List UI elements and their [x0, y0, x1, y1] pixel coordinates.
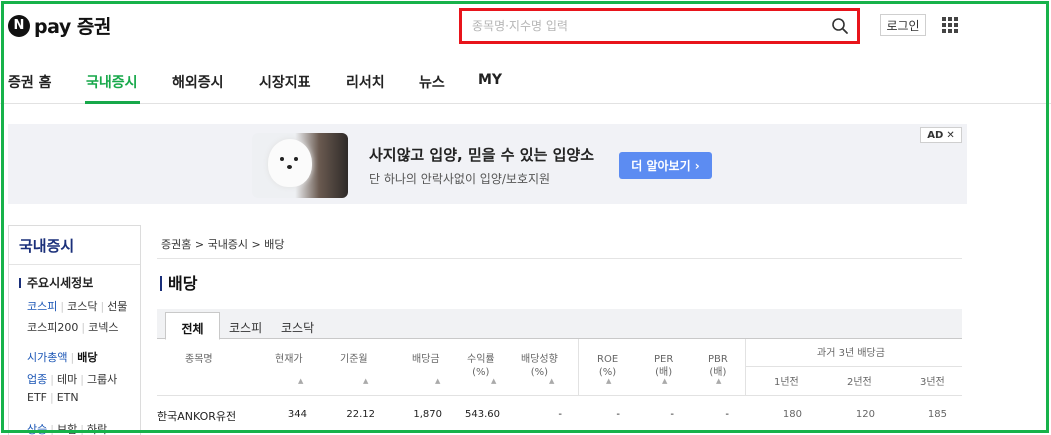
sidebar-item-market-cap[interactable]: 시가총액 [27, 351, 67, 364]
nav-item-stock-home[interactable]: 증권 홈 [8, 72, 52, 92]
sidebar-item-konex[interactable]: 코넥스 [88, 321, 118, 334]
cell-1y-ago: 180 [782, 409, 802, 420]
col-header-roe[interactable]: ROE (%) [597, 353, 618, 379]
content-divider [157, 258, 962, 259]
cell-3y-ago: 185 [927, 409, 947, 420]
sidebar-item-etn[interactable]: ETN [57, 391, 79, 404]
breadcrumb[interactable]: 증권홈 > 국내증시 > 배당 [161, 236, 285, 252]
sort-arrow-icon[interactable]: ▲ [549, 377, 554, 385]
ad-banner[interactable]: 사지않고 입양, 믿을 수 있는 입양소 단 하나의 안락사없이 입양/보호지원… [8, 124, 967, 204]
sort-arrow-icon[interactable]: ▲ [716, 377, 721, 385]
col-header-past-dividends: 과거 3년 배당금 [817, 348, 885, 359]
search-input[interactable] [472, 15, 812, 37]
sidebar-row: 코스피 | 코스닥 | 선물 [27, 300, 128, 313]
sort-arrow-icon[interactable]: ▲ [435, 377, 440, 385]
dividend-table: 종목명 현재가 ▲ 기준월 ▲ 배당금 ▲ 수익률 (%) ▲ 배당성향 (%)… [157, 339, 962, 435]
ad-label: AD [927, 129, 944, 141]
cell-payout: - [558, 409, 562, 420]
sidebar: 국내증시 주요시세정보 코스피 | 코스닥 | 선물 코스피200 | 코넥스 시가총액 | 배… [8, 225, 141, 435]
col-header-pbr[interactable]: PBR (배) [708, 353, 728, 379]
sidebar-item-kospi[interactable]: 코스피 [27, 300, 57, 313]
main-nav: 증권 홈 국내증시 해외증시 시장지표 리서치 뉴스 MY [0, 56, 1051, 104]
sidebar-row: 상승 | 보합 | 하락 [27, 423, 108, 435]
cell-2y-ago: 120 [855, 409, 875, 420]
sidebar-item-rise[interactable]: 상승 [27, 423, 47, 435]
tab-kospi[interactable]: 코스피 [229, 319, 262, 336]
sidebar-row: ETF | ETN [27, 391, 79, 404]
col-header-base-month[interactable]: 기준월 [340, 353, 368, 366]
nav-item-overseas[interactable]: 해외증시 [172, 72, 224, 92]
stock-name-link[interactable]: 한국ANKOR유전 [157, 408, 236, 424]
nav-item-news[interactable]: 뉴스 [419, 72, 445, 92]
header: N pay 증권 로그인 [0, 0, 1051, 52]
sidebar-item-futures[interactable]: 선물 [107, 300, 127, 313]
cell-yield: 543.60 [465, 409, 500, 420]
sidebar-item-etf[interactable]: ETF [27, 391, 47, 404]
npay-logo[interactable]: N pay 증권 [8, 12, 111, 39]
ad-learn-more-button[interactable]: 더 알아보기 › [619, 152, 712, 179]
ad-title[interactable]: 사지않고 입양, 믿을 수 있는 입양소 [369, 144, 594, 165]
col-divider [745, 339, 746, 395]
cell-pbr: - [725, 409, 729, 420]
nav-active-underline [85, 101, 140, 104]
search-box[interactable] [459, 8, 860, 44]
group-divider [745, 366, 962, 367]
col-header-name: 종목명 [185, 354, 213, 365]
sort-arrow-icon[interactable]: ▲ [298, 377, 303, 385]
sidebar-item-kospi200[interactable]: 코스피200 [27, 321, 78, 334]
tab-all[interactable]: 전체 [165, 312, 220, 340]
ad-dog-image[interactable] [252, 133, 348, 198]
market-tabs: 전체 코스피 코스닥 [157, 309, 962, 340]
page-title: 배당 [160, 270, 197, 294]
nav-item-my[interactable]: MY [478, 72, 502, 88]
sidebar-item-group[interactable]: 그룹사 [87, 373, 117, 386]
sidebar-item-sector[interactable]: 업종 [27, 373, 47, 386]
sidebar-row: 업종 | 테마 | 그룹사 [27, 373, 118, 386]
header-row-divider [157, 395, 962, 396]
sidebar-item-fall[interactable]: 하락 [87, 423, 107, 435]
sidebar-row: 코스피200 | 코넥스 [27, 321, 119, 334]
col-header-per[interactable]: PER (배) [654, 353, 673, 379]
ad-badge[interactable]: AD ✕ [920, 127, 962, 143]
col-header-yield[interactable]: 수익률 (%) [467, 353, 495, 379]
sort-arrow-icon[interactable]: ▲ [363, 377, 368, 385]
sidebar-section-title: 주요시세정보 [19, 274, 93, 291]
dog-illustration [268, 139, 312, 187]
login-button[interactable]: 로그인 [880, 14, 926, 36]
n-logo-icon: N [8, 14, 30, 37]
nav-item-market-indicators[interactable]: 시장지표 [259, 72, 311, 92]
cell-price: 344 [287, 409, 307, 420]
sort-arrow-icon[interactable]: ▲ [662, 377, 667, 385]
ad-close-icon[interactable]: ✕ [946, 130, 954, 141]
cell-per: - [670, 409, 674, 420]
col-header-price[interactable]: 현재가 [275, 353, 303, 366]
col-divider [578, 339, 579, 395]
col-header-payout[interactable]: 배당성향 (%) [521, 353, 558, 379]
col-header-dividend[interactable]: 배당금 [412, 353, 440, 366]
sort-arrow-icon[interactable]: ▲ [606, 377, 611, 385]
sidebar-item-flat[interactable]: 보합 [57, 423, 77, 435]
sort-arrow-icon[interactable]: ▲ [491, 377, 496, 385]
sidebar-item-kosdaq[interactable]: 코스닥 [67, 300, 97, 313]
sidebar-item-dividend[interactable]: 배당 [77, 351, 97, 364]
sidebar-divider [9, 264, 140, 265]
nav-item-research[interactable]: 리서치 [346, 72, 385, 92]
sidebar-title[interactable]: 국내증시 [19, 235, 74, 256]
col-header-3y-ago: 3년전 [920, 377, 945, 388]
logo-text: pay 증권 [34, 16, 111, 38]
col-header-1y-ago: 1년전 [774, 377, 799, 388]
cell-roe: - [616, 409, 620, 420]
tab-kosdaq[interactable]: 코스닥 [281, 319, 314, 336]
ad-subtitle[interactable]: 단 하나의 안락사없이 입양/보호지원 [369, 170, 550, 187]
apps-grid-icon[interactable] [942, 17, 958, 33]
nav-item-domestic[interactable]: 국내증시 [86, 72, 138, 92]
sidebar-item-theme[interactable]: 테마 [57, 373, 77, 386]
search-icon[interactable] [831, 17, 849, 35]
sidebar-row: 시가총액 | 배당 [27, 351, 98, 364]
cell-base-month: 22.12 [346, 409, 375, 420]
col-header-2y-ago: 2년전 [847, 377, 872, 388]
cell-dividend: 1,870 [413, 409, 442, 420]
